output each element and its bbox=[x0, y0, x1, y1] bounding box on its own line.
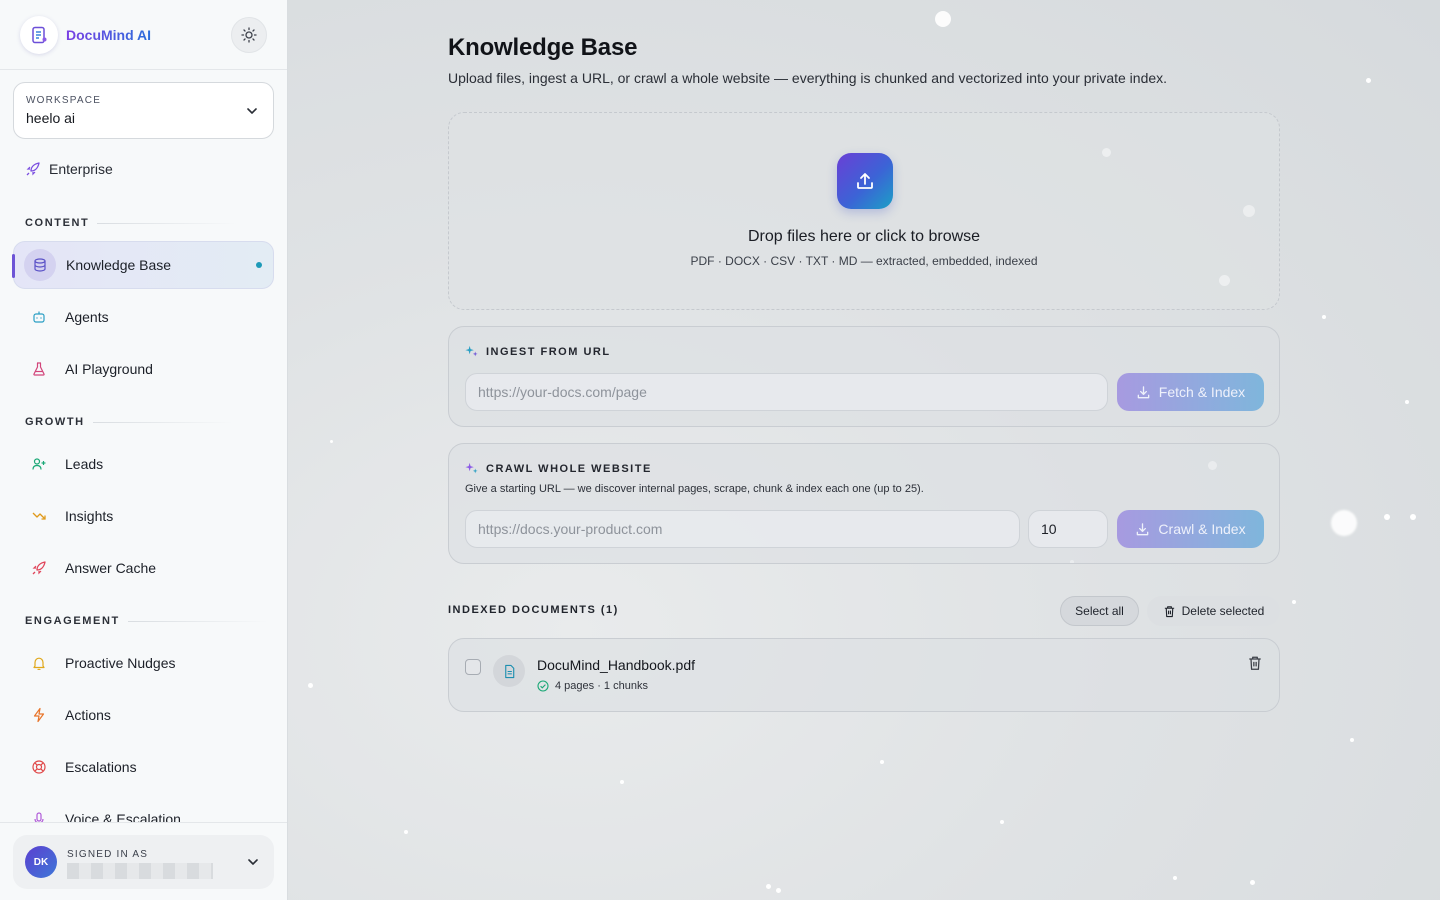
sidebar-item-label: Proactive Nudges bbox=[65, 655, 176, 671]
user-plus-icon bbox=[23, 448, 55, 480]
rocket-icon bbox=[23, 552, 55, 584]
sidebar-item-label: Answer Cache bbox=[65, 560, 157, 576]
bell-icon bbox=[23, 647, 55, 679]
sidebar-item-label: Insights bbox=[65, 508, 114, 524]
sidebar: DocuMind AI WORKSPACE heelo ai Enterpris… bbox=[0, 0, 288, 900]
list-item: DocuMind_Handbook.pdf 4 pages · 1 chunks bbox=[448, 638, 1280, 712]
workspace-label: WORKSPACE bbox=[26, 95, 102, 106]
trending-down-icon bbox=[23, 500, 55, 532]
sidebar-item-knowledge-base[interactable]: Knowledge Base bbox=[12, 241, 274, 289]
crawl-heading: CRAWL WHOLE WEBSITE bbox=[465, 462, 652, 475]
section-engagement-label: ENGAGEMENT bbox=[0, 614, 287, 628]
sidebar-item-label: Leads bbox=[65, 456, 104, 472]
brand-name: DocuMind AI bbox=[66, 26, 152, 43]
sidebar-item-leads[interactable]: Leads bbox=[13, 440, 274, 488]
ingest-url-card: INGEST FROM URL Fetch & Index bbox=[448, 326, 1280, 427]
dropzone-subtitle: PDF · DOCX · CSV · TXT · MD — extracted,… bbox=[690, 254, 1038, 268]
select-all-button[interactable]: Select all bbox=[1060, 596, 1139, 626]
fetch-index-button[interactable]: Fetch & Index bbox=[1117, 373, 1264, 411]
user-email bbox=[67, 863, 213, 879]
chevron-down-icon bbox=[247, 108, 257, 114]
sun-icon bbox=[241, 26, 257, 43]
active-indicator-dot bbox=[256, 262, 262, 268]
flask-icon bbox=[23, 353, 55, 385]
document-name: DocuMind_Handbook.pdf bbox=[537, 657, 695, 673]
sidebar-item-label: Knowledge Base bbox=[66, 257, 172, 273]
sidebar-item-insights[interactable]: Insights bbox=[13, 492, 274, 540]
delete-selected-button[interactable]: Delete selected bbox=[1147, 596, 1280, 626]
sidebar-item-label: AI Playground bbox=[65, 361, 153, 377]
trash-icon[interactable] bbox=[1247, 655, 1263, 671]
theme-toggle-button[interactable] bbox=[231, 16, 267, 53]
chevron-down-icon[interactable] bbox=[246, 855, 260, 869]
sidebar-item-actions[interactable]: Actions bbox=[13, 691, 274, 739]
crawl-website-card: CRAWL WHOLE WEBSITE Give a starting URL … bbox=[448, 443, 1280, 564]
sidebar-item-answer-cache[interactable]: Answer Cache bbox=[13, 544, 274, 592]
crawl-description: Give a starting URL — we discover intern… bbox=[465, 483, 924, 495]
crawl-url-input[interactable] bbox=[465, 510, 1020, 548]
dropzone-title: Drop files here or click to browse bbox=[747, 228, 981, 245]
brand-logo-icon[interactable] bbox=[20, 15, 58, 54]
sidebar-item-escalations[interactable]: Escalations bbox=[13, 743, 274, 791]
sidebar-item-agents[interactable]: Agents bbox=[13, 293, 274, 341]
sparkle-icon bbox=[465, 345, 478, 357]
avatar: DK bbox=[25, 846, 57, 878]
workspace-selector[interactable]: WORKSPACE heelo ai bbox=[13, 82, 274, 139]
section-content-label: CONTENT bbox=[0, 216, 287, 230]
signed-in-label: SIGNED IN AS bbox=[67, 849, 149, 860]
trash-icon bbox=[1164, 605, 1174, 617]
sidebar-item-ai-playground[interactable]: AI Playground bbox=[13, 345, 274, 393]
sidebar-item-label: Escalations bbox=[65, 759, 137, 775]
check-circle-icon bbox=[537, 680, 549, 692]
max-pages-input[interactable] bbox=[1028, 510, 1108, 548]
document-checkbox[interactable] bbox=[465, 659, 481, 675]
section-growth-label: GROWTH bbox=[0, 415, 287, 429]
ingest-url-heading: INGEST FROM URL bbox=[465, 345, 611, 358]
brand-header: DocuMind AI bbox=[0, 0, 287, 70]
file-dropzone[interactable]: Drop files here or click to browse PDF ·… bbox=[448, 112, 1280, 310]
url-input[interactable] bbox=[465, 373, 1108, 411]
sidebar-item-proactive-nudges[interactable]: Proactive Nudges bbox=[13, 639, 274, 687]
upload-icon bbox=[837, 153, 893, 209]
plan-badge[interactable]: Enterprise bbox=[25, 159, 287, 179]
rocket-icon bbox=[26, 162, 40, 176]
page-title: Knowledge Base bbox=[448, 34, 638, 61]
download-icon bbox=[1137, 385, 1150, 398]
bot-icon bbox=[23, 301, 55, 333]
crawl-index-button[interactable]: Crawl & Index bbox=[1117, 510, 1264, 548]
document-meta: 4 pages · 1 chunks bbox=[537, 680, 648, 692]
indexed-documents-heading: INDEXED DOCUMENTS (1) bbox=[448, 604, 619, 616]
database-icon bbox=[24, 249, 56, 281]
sidebar-item-label: Agents bbox=[65, 309, 109, 325]
plan-label: Enterprise bbox=[49, 161, 113, 177]
bolt-icon bbox=[23, 699, 55, 731]
download-icon bbox=[1137, 522, 1149, 535]
page-subtitle: Upload files, ingest a URL, or crawl a w… bbox=[448, 70, 1168, 86]
user-menu[interactable]: DK SIGNED IN AS bbox=[0, 822, 287, 900]
file-text-icon bbox=[493, 655, 525, 687]
sparkle-icon bbox=[465, 462, 478, 474]
lifebuoy-icon bbox=[23, 751, 55, 783]
workspace-value: heelo ai bbox=[26, 110, 76, 126]
sidebar-item-label: Actions bbox=[65, 707, 111, 723]
